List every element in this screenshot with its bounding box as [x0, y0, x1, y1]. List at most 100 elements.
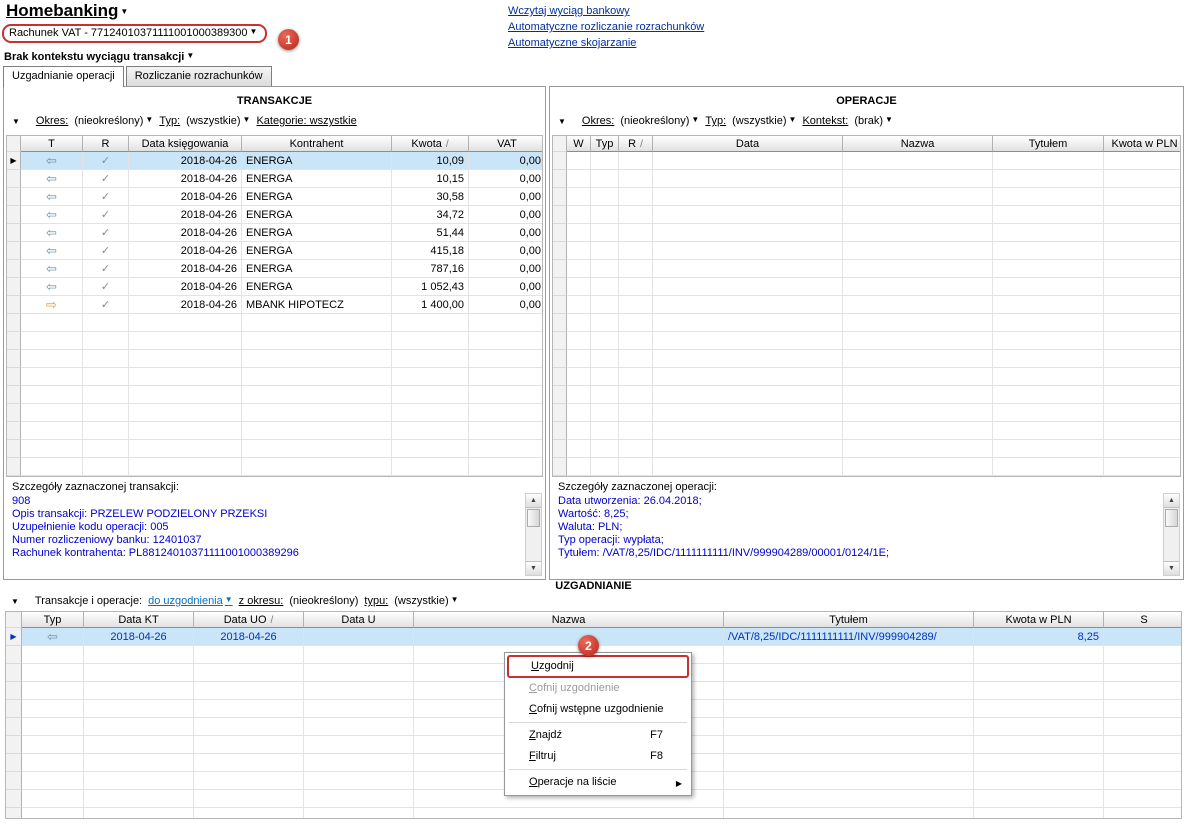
menu-item-operacje-na-liście[interactable]: Operacje na liście▶ [507, 772, 689, 793]
details-scrollbar[interactable]: ▲ ▼ [525, 493, 542, 576]
statement-context-selector[interactable]: Brak kontekstu wyciągu transakcji▼ [4, 51, 194, 63]
filter-dropdown-icon[interactable]: ▼ [12, 117, 20, 126]
typ-filter-link[interactable]: typu: [364, 595, 388, 607]
kontekst-filter-value[interactable]: (brak)▼ [854, 115, 893, 127]
transaction-row[interactable]: ▶⇦✓2018-04-26ENERGA10,090,00 [7, 152, 543, 170]
column-header-kontrahent[interactable]: Kontrahent [242, 136, 392, 152]
transaction-row[interactable]: ⇦✓2018-04-26ENERGA51,440,00 [7, 224, 543, 242]
scroll-up-icon[interactable]: ▲ [1164, 494, 1179, 508]
column-header-nazwa[interactable]: Nazwa [843, 136, 993, 152]
table-cell: 2018-04-26 [129, 278, 242, 296]
filter-dropdown-icon[interactable]: ▼ [558, 117, 566, 126]
column-header-tytułem[interactable]: Tytułem [993, 136, 1104, 152]
table-cell [724, 700, 974, 718]
okres-filter-value[interactable]: (nieokreślony)▼ [620, 115, 699, 127]
detail-line: 908 [12, 495, 537, 508]
table-cell [414, 628, 724, 646]
column-header-data-księgowania[interactable]: Data księgowania [129, 136, 242, 152]
kontekst-filter-link[interactable]: Kontekst: [802, 115, 848, 127]
column-header-data[interactable]: Data [653, 136, 843, 152]
scroll-down-icon[interactable]: ▼ [1164, 561, 1179, 575]
vat-account-selector[interactable]: Rachunek VAT - 7712401037111100100038930… [2, 24, 267, 43]
typ-filter-value[interactable]: (wszystkie)▼ [394, 595, 458, 607]
okres-filter-value[interactable]: (nieokreślony) [289, 595, 358, 607]
row-selector [7, 188, 21, 206]
transactions-grid[interactable]: TRData księgowaniaKontrahentKwota/VAT ▶⇦… [6, 135, 543, 477]
load-bank-statement-link[interactable]: Wczytaj wyciąg bankowy [508, 3, 704, 19]
table-cell [129, 350, 242, 368]
transaction-row[interactable]: ⇦✓2018-04-26ENERGA30,580,00 [7, 188, 543, 206]
table-cell [619, 170, 653, 188]
column-header-r[interactable]: R [83, 136, 129, 152]
column-header-s[interactable]: S [1104, 612, 1182, 628]
typ-filter-value[interactable]: (wszystkie)▼ [732, 115, 796, 127]
auto-settlement-link[interactable]: Automatyczne rozliczanie rozrachunków [508, 19, 704, 35]
table-cell [129, 422, 242, 440]
table-cell [724, 664, 974, 682]
filter-dropdown-icon[interactable]: ▼ [11, 597, 19, 606]
table-cell [567, 458, 591, 476]
empty-row [553, 314, 1181, 332]
table-cell [392, 350, 469, 368]
okres-filter-link[interactable]: Okres: [36, 115, 68, 127]
transaction-row[interactable]: ⇦✓2018-04-26ENERGA787,160,00 [7, 260, 543, 278]
scroll-down-icon[interactable]: ▼ [526, 561, 541, 575]
chevron-down-icon: ▼ [186, 51, 194, 60]
menu-item-cofnij-wstępne-uzgodnienie[interactable]: Cofnij wstępne uzgodnienie [507, 699, 689, 720]
empty-row [553, 422, 1181, 440]
okres-filter-value[interactable]: (nieokreślony)▼ [74, 115, 153, 127]
tab-uzgadnianie-operacji[interactable]: Uzgadnianie operacji [3, 66, 124, 87]
table-cell [553, 404, 567, 422]
operations-grid[interactable]: WTypR/DataNazwaTytułemKwota w PLN [552, 135, 1181, 477]
column-header-t[interactable]: T [21, 136, 83, 152]
module-title[interactable]: Homebanking▼ [6, 1, 128, 21]
transaction-row[interactable]: ⇨✓2018-04-26MBANK HIPOTECZ1 400,000,00 [7, 296, 543, 314]
table-cell [1104, 152, 1181, 170]
okres-filter-link[interactable]: z okresu: [239, 595, 284, 607]
table-cell [843, 170, 993, 188]
kategorie-filter-link[interactable]: Kategorie: wszystkie [256, 115, 356, 127]
table-cell [619, 152, 653, 170]
column-header-kwota-w-pln[interactable]: Kwota w PLN [1104, 136, 1181, 152]
menu-item-znajdź[interactable]: ZnajdźF7 [507, 725, 689, 746]
column-header-nazwa[interactable]: Nazwa [414, 612, 724, 628]
detail-line: Tytułem: /VAT/8,25/IDC/1111111111/INV/99… [558, 547, 1175, 560]
column-header-data-u[interactable]: Data U [304, 612, 414, 628]
empty-row [6, 808, 1182, 819]
auto-matching-link[interactable]: Automatyczne skojarzanie [508, 35, 704, 51]
column-header-tytułem[interactable]: Tytułem [724, 612, 974, 628]
table-cell [653, 368, 843, 386]
tab-rozliczanie-rozrachunkow[interactable]: Rozliczanie rozrachunków [126, 66, 272, 86]
transaction-row[interactable]: ⇦✓2018-04-26ENERGA415,180,00 [7, 242, 543, 260]
transaction-row[interactable]: ⇦✓2018-04-26ENERGA10,150,00 [7, 170, 543, 188]
table-cell: 2018-04-26 [129, 206, 242, 224]
typ-filter-link[interactable]: Typ: [705, 115, 726, 127]
scrollbar-thumb[interactable] [527, 509, 540, 527]
column-header-typ[interactable]: Typ [591, 136, 619, 152]
status-filter-value[interactable]: do uzgodnienia▼ [148, 595, 233, 607]
column-header-w[interactable]: W [567, 136, 591, 152]
table-cell [619, 440, 653, 458]
table-cell: 2018-04-26 [129, 296, 242, 314]
table-cell: 2018-04-26 [129, 170, 242, 188]
typ-filter-value[interactable]: (wszystkie)▼ [186, 115, 250, 127]
column-header-r[interactable]: R/ [619, 136, 653, 152]
column-header-kwota-w-pln[interactable]: Kwota w PLN [974, 612, 1104, 628]
empty-row [553, 170, 1181, 188]
menu-item-filtruj[interactable]: FiltrujF8 [507, 746, 689, 767]
column-header-kwota[interactable]: Kwota/ [392, 136, 469, 152]
column-header-typ[interactable]: Typ [22, 612, 84, 628]
column-header-data-kt[interactable]: Data KT [84, 612, 194, 628]
column-header-vat[interactable]: VAT [469, 136, 543, 152]
transaction-row[interactable]: ⇦✓2018-04-26ENERGA1 052,430,00 [7, 278, 543, 296]
details-scrollbar[interactable]: ▲ ▼ [1163, 493, 1180, 576]
column-header-data-uo[interactable]: Data UO/ [194, 612, 304, 628]
transaction-row[interactable]: ⇦✓2018-04-26ENERGA34,720,00 [7, 206, 543, 224]
table-cell [567, 296, 591, 314]
okres-filter-link[interactable]: Okres: [582, 115, 614, 127]
menu-item-uzgodnij[interactable]: Uzgodnij [507, 655, 689, 678]
scroll-up-icon[interactable]: ▲ [526, 494, 541, 508]
table-cell: ENERGA [242, 188, 392, 206]
scrollbar-thumb[interactable] [1165, 509, 1178, 527]
typ-filter-link[interactable]: Typ: [159, 115, 180, 127]
